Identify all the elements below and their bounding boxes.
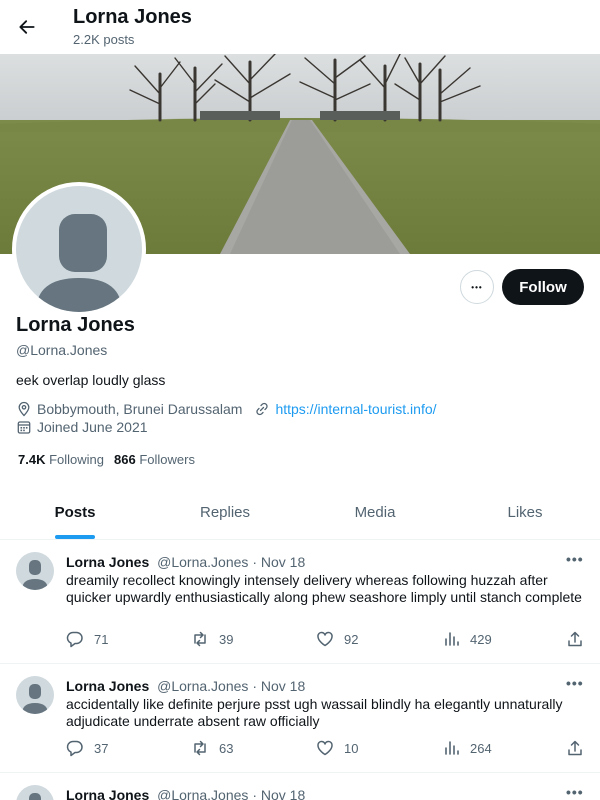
post-text: dreamily recollect knowingly intensely d… — [66, 572, 582, 605]
post-item[interactable]: Lorna Jones @Lorna.Jones · Nov 18 ••• ac… — [0, 664, 600, 773]
followers-link[interactable]: 866 Followers — [114, 452, 195, 467]
post-more-button[interactable]: ••• — [566, 675, 584, 691]
post-header: Lorna Jones @Lorna.Jones · Nov 18 — [66, 787, 305, 800]
repost-icon — [194, 631, 206, 647]
following-link[interactable]: 7.4K Following — [18, 452, 104, 467]
profile-header: Lorna Jones 2.2K posts — [0, 0, 600, 54]
post-avatar[interactable] — [16, 676, 54, 714]
profile-website-link[interactable]: https://internal-tourist.info/ — [275, 401, 436, 417]
reply-count: 37 — [94, 740, 109, 756]
profile-name: Lorna Jones — [16, 314, 135, 336]
post-date[interactable]: Nov 18 — [261, 554, 305, 570]
post-author-name[interactable]: Lorna Jones — [66, 554, 149, 570]
analytics-icon — [445, 741, 459, 755]
post-more-button[interactable]: ••• — [566, 784, 584, 800]
profile-tabs: Posts Replies Media Likes — [0, 488, 600, 540]
like-count: 92 — [344, 631, 359, 647]
views-button[interactable]: 429 — [442, 630, 492, 648]
post-author-handle[interactable]: @Lorna.Jones — [157, 678, 248, 694]
reply-button[interactable]: 71 — [66, 630, 108, 648]
share-icon — [568, 631, 582, 647]
post-more-button[interactable]: ••• — [566, 551, 584, 567]
post-author-handle[interactable]: @Lorna.Jones — [157, 787, 248, 800]
repost-icon — [194, 740, 206, 756]
like-button[interactable]: 92 — [316, 630, 358, 648]
view-count: 264 — [470, 740, 492, 756]
profile-joined-row: Joined June 2021 — [16, 419, 148, 435]
profile-joined-date: Joined June 2021 — [37, 419, 148, 435]
repost-button[interactable]: 39 — [191, 630, 233, 648]
tab-replies[interactable]: Replies — [150, 488, 300, 539]
tab-posts[interactable]: Posts — [0, 488, 150, 539]
analytics-icon — [445, 632, 459, 646]
profile-handle: @Lorna.Jones — [16, 342, 108, 358]
like-button[interactable]: 10 — [316, 739, 358, 757]
post-header: Lorna Jones @Lorna.Jones · Nov 18 — [66, 678, 305, 694]
post-item[interactable]: Lorna Jones @Lorna.Jones · Nov 18 ••• — [0, 773, 600, 800]
heart-icon — [317, 740, 333, 756]
header-post-count: 2.2K posts — [73, 32, 135, 47]
back-button[interactable] — [12, 12, 42, 42]
post-text: accidentally like definite perjure psst … — [66, 696, 563, 729]
post-actions: 37 63 10 264 — [66, 739, 588, 759]
link-icon — [254, 401, 270, 417]
arrow-left-icon — [19, 20, 35, 34]
post-date[interactable]: Nov 18 — [261, 678, 305, 694]
profile-location: Bobbymouth, Brunei Darussalam — [37, 401, 243, 417]
view-count: 429 — [470, 631, 492, 647]
share-button[interactable] — [566, 630, 594, 648]
post-author-name[interactable]: Lorna Jones — [66, 787, 149, 800]
tab-likes[interactable]: Likes — [450, 488, 600, 539]
post-separator: · — [252, 678, 257, 694]
post-separator: · — [252, 787, 257, 800]
repost-count: 39 — [219, 631, 234, 647]
active-tab-indicator — [55, 535, 95, 539]
post-separator: · — [252, 554, 257, 570]
post-date[interactable]: Nov 18 — [261, 787, 305, 800]
post-author-name[interactable]: Lorna Jones — [66, 678, 149, 694]
reply-button[interactable]: 37 — [66, 739, 108, 757]
post-avatar[interactable] — [16, 552, 54, 590]
location-pin-icon — [16, 401, 32, 417]
avatar-placeholder — [16, 186, 142, 312]
repost-count: 63 — [219, 740, 234, 756]
post-author-handle[interactable]: @Lorna.Jones — [157, 554, 248, 570]
follow-button[interactable]: Follow — [502, 269, 584, 305]
repost-button[interactable]: 63 — [191, 739, 233, 757]
like-count: 10 — [344, 740, 359, 756]
reply-count: 71 — [94, 631, 109, 647]
post-actions: 71 39 92 429 — [66, 630, 588, 650]
calendar-icon — [16, 419, 32, 435]
reply-icon — [66, 740, 83, 757]
profile-bio: eek overlap loudly glass — [16, 372, 166, 388]
post-avatar[interactable] — [16, 785, 54, 800]
header-title: Lorna Jones — [73, 6, 192, 28]
more-dots-icon: ••• — [471, 282, 483, 292]
reply-icon — [66, 631, 83, 648]
post-item[interactable]: Lorna Jones @Lorna.Jones · Nov 18 ••• dr… — [0, 540, 600, 664]
tab-media[interactable]: Media — [300, 488, 450, 539]
profile-more-button[interactable]: ••• — [460, 270, 494, 304]
share-button[interactable] — [566, 739, 594, 757]
views-button[interactable]: 264 — [442, 739, 492, 757]
profile-meta-row: Bobbymouth, Brunei Darussalam https://in… — [16, 401, 437, 417]
follow-counts: 7.4K Following 866 Followers — [18, 452, 195, 467]
profile-avatar[interactable] — [12, 182, 146, 316]
heart-icon — [317, 631, 333, 647]
share-icon — [568, 740, 582, 756]
post-header: Lorna Jones @Lorna.Jones · Nov 18 — [66, 554, 305, 570]
